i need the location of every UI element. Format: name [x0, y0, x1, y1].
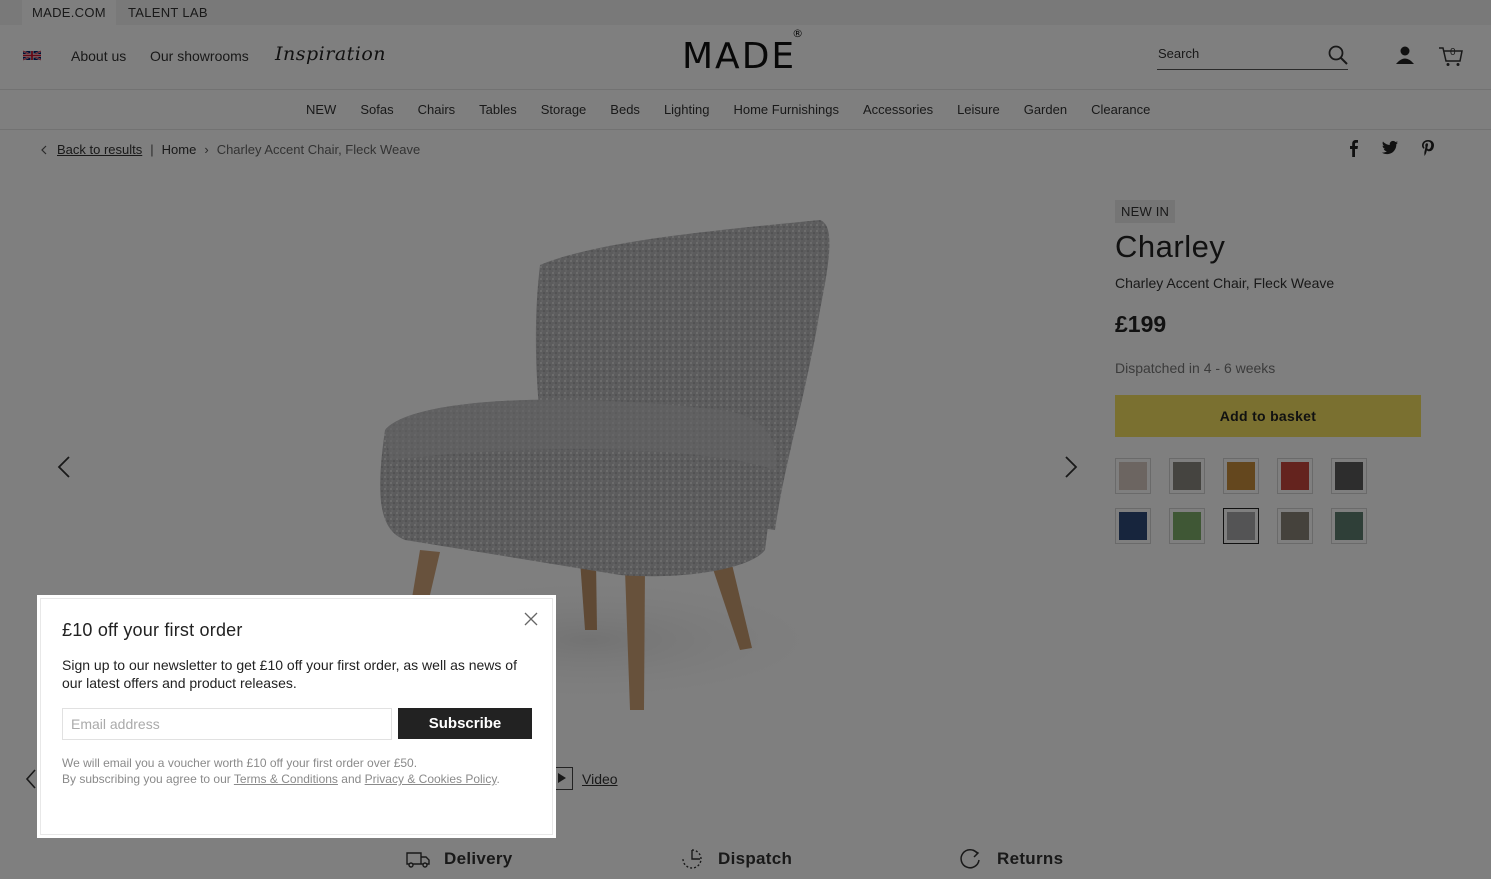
modal-body: Sign up to our newsletter to get £10 off… [62, 657, 517, 691]
modal-fine-print: We will email you a voucher worth £10 of… [62, 755, 532, 787]
privacy-link[interactable]: Privacy & Cookies Policy [365, 772, 497, 786]
voucher-note: We will email you a voucher worth £10 of… [62, 756, 418, 770]
newsletter-modal: £10 off your first order Sign up to our … [37, 595, 556, 838]
close-icon[interactable] [523, 611, 539, 627]
and-text: and [337, 772, 365, 786]
terms-link[interactable]: Terms & Conditions [234, 772, 338, 786]
email-field[interactable] [62, 708, 392, 740]
agree-text: By subscribing you agree to our [62, 772, 234, 786]
period-text: . [496, 772, 500, 786]
modal-title: £10 off your first order [62, 620, 243, 640]
subscribe-button[interactable]: Subscribe [398, 708, 532, 739]
